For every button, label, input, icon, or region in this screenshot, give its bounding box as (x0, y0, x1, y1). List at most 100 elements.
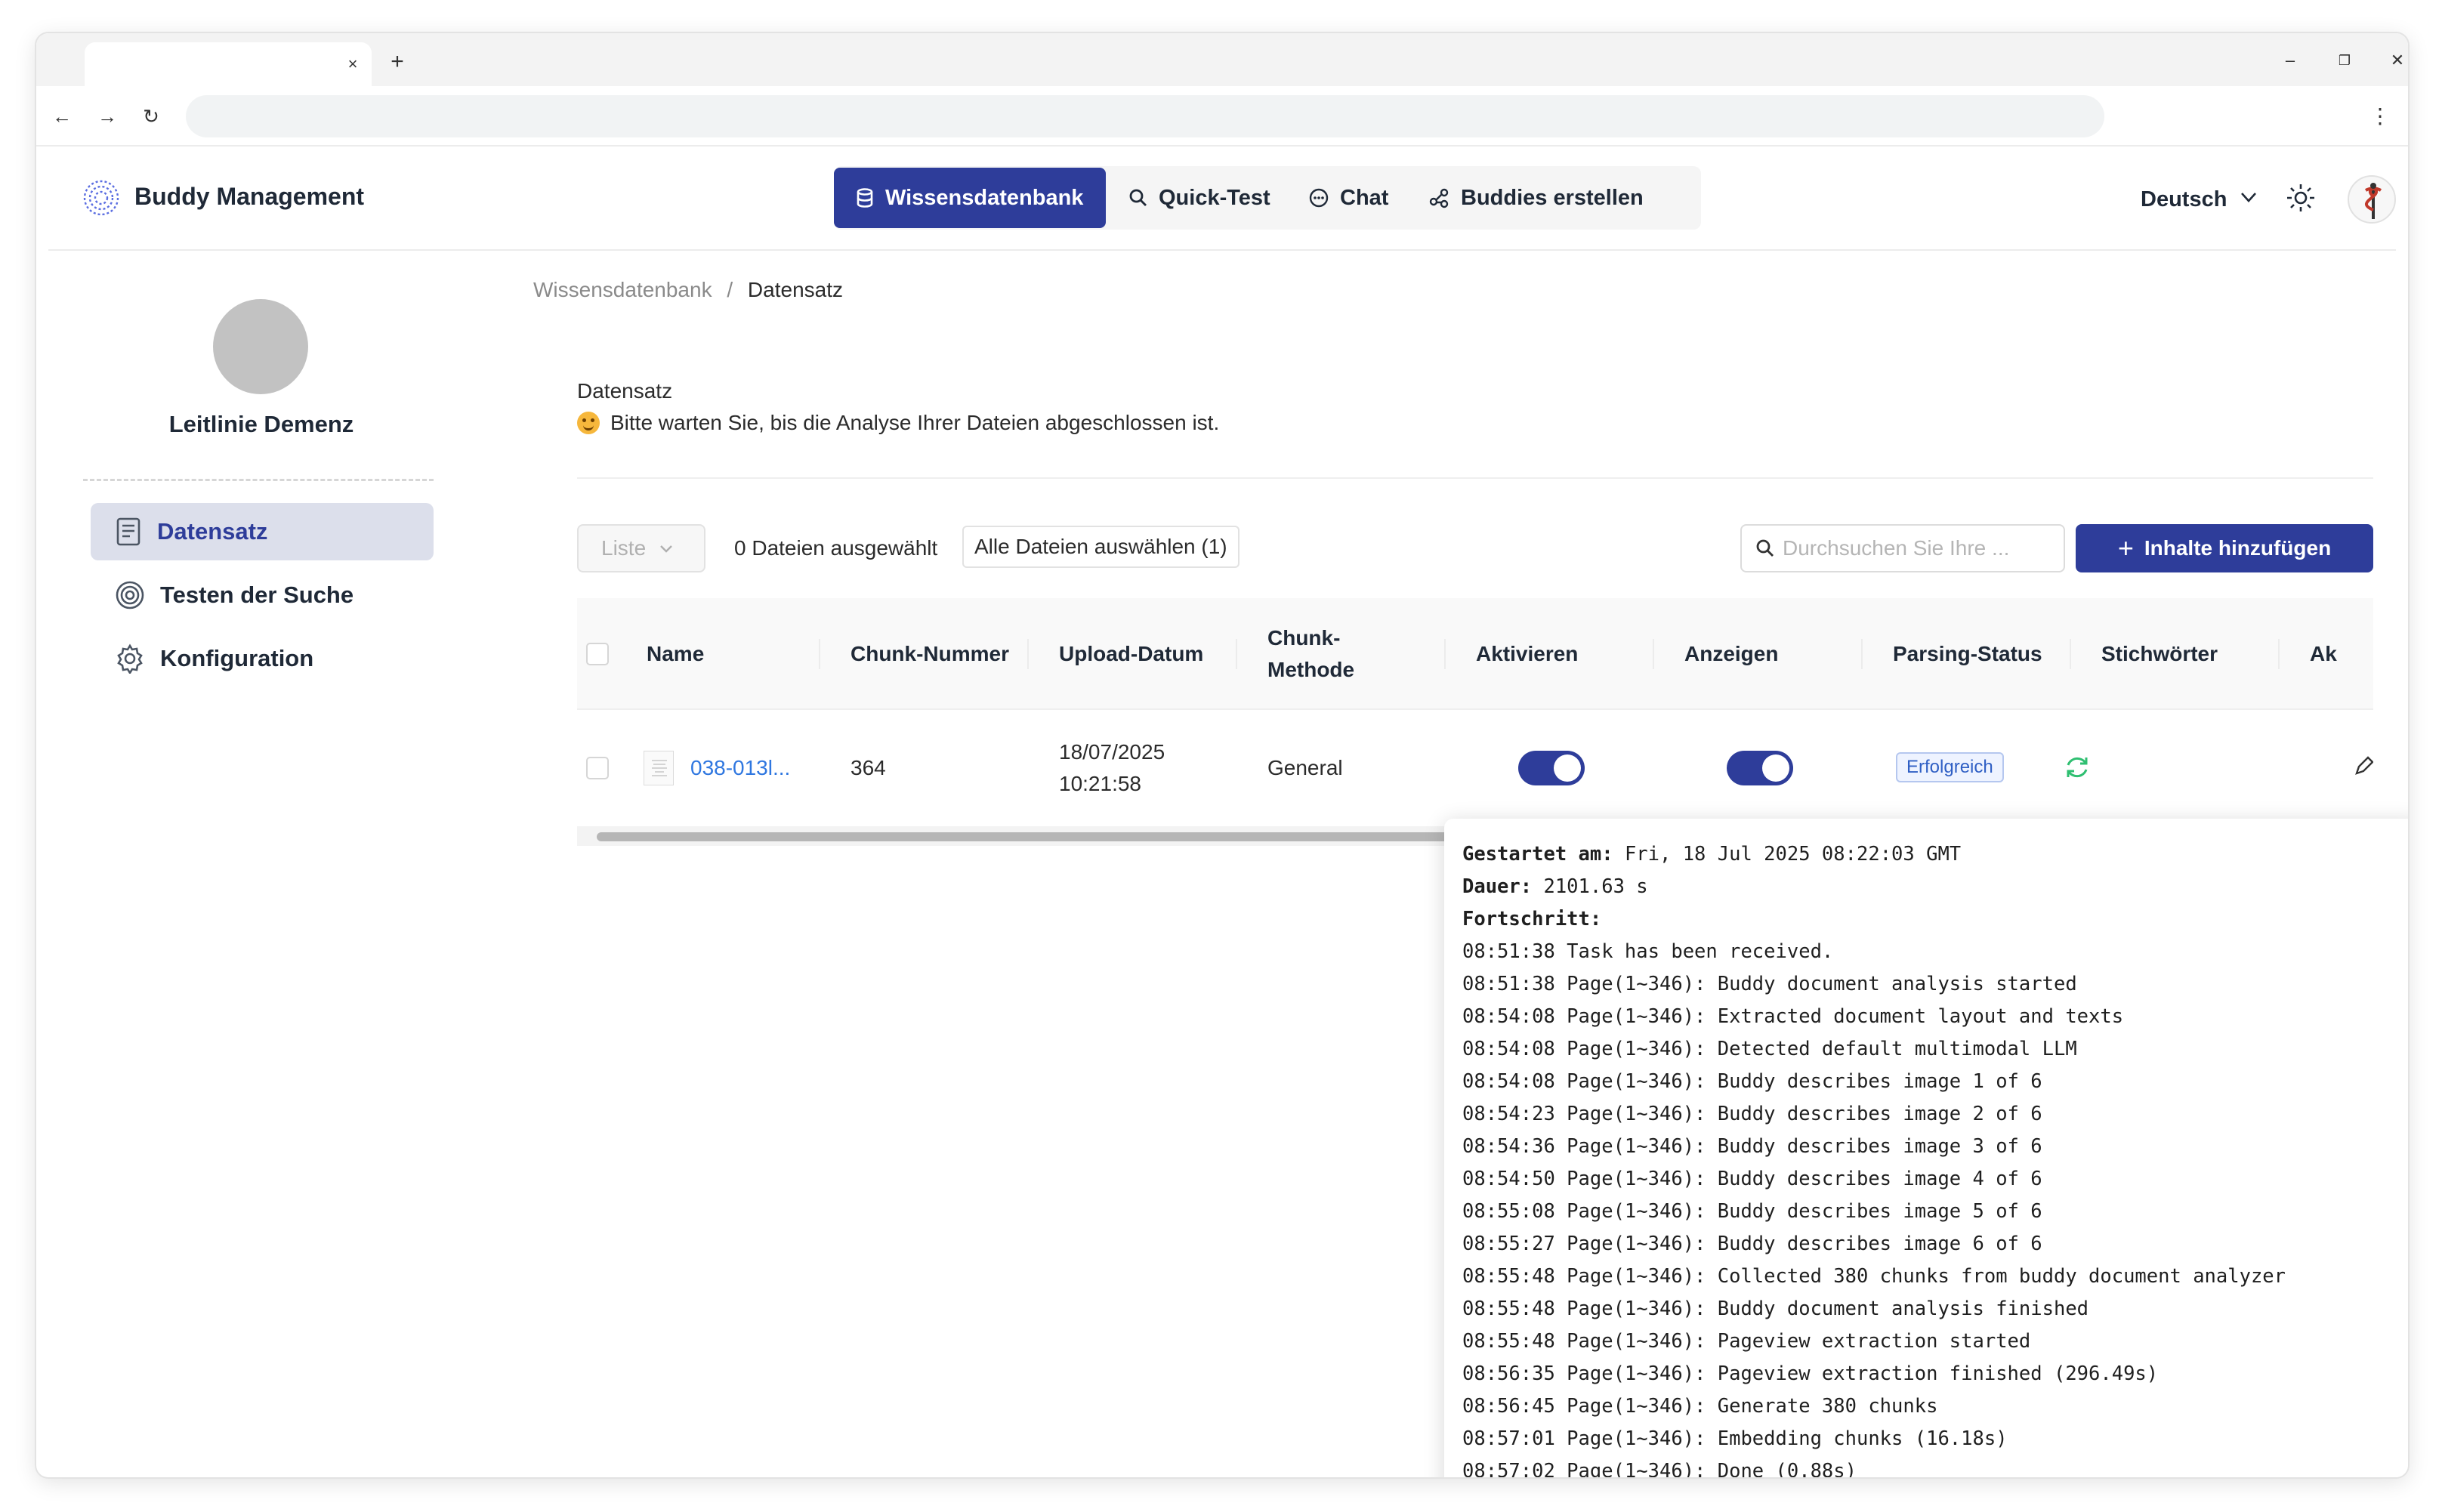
new-tab-button[interactable]: + (382, 47, 412, 77)
log-line: 08:55:48 Page(1~346): Collected 380 chun… (1462, 1265, 2286, 1288)
tooltip-duration: Dauer: 2101.63 s (1462, 871, 2406, 903)
log-line: 08:54:08 Page(1~346): Extracted document… (1462, 1005, 2124, 1028)
column-header-chunk-number[interactable]: Chunk-Nummer (851, 598, 1009, 710)
progress-label: Fortschritt: (1462, 908, 1602, 930)
chevron-down-icon[interactable] (2237, 186, 2260, 208)
nav-buddies-erstellen[interactable]: Buddies erstellen (1406, 168, 1665, 228)
caduceus-avatar-icon (2364, 183, 2382, 219)
log-line: 08:56:45 Page(1~346): Generate 380 chunk… (1462, 1395, 1938, 1418)
gear-icon (117, 643, 143, 674)
view-mode-label: Liste (601, 536, 647, 560)
sidebar-item-konfiguration[interactable]: Konfiguration (91, 630, 434, 687)
forward-button[interactable]: → (92, 101, 122, 131)
nav-label: Quick-Test (1159, 185, 1270, 210)
add-content-label: Inhalte hinzufügen (2144, 536, 2332, 560)
app-logo-icon[interactable] (82, 178, 121, 218)
show-toggle[interactable] (1727, 751, 1793, 785)
log-line: 08:57:01 Page(1~346): Embedding chunks (… (1462, 1427, 2008, 1450)
sidebar-item-label: Konfiguration (160, 645, 314, 671)
edit-icon[interactable] (2352, 755, 2373, 778)
back-button[interactable]: ← (47, 101, 77, 131)
log-line: 08:57:02 Page(1~346): Done (0.88s) (1462, 1460, 1857, 1477)
nav-wissensdatenbank[interactable]: Wissensdatenbank (834, 168, 1106, 228)
minimize-button[interactable]: – (2274, 45, 2307, 76)
breadcrumb: Wissensdatenbank / Datensatz (533, 278, 843, 302)
file-name-link[interactable]: 038-013l... (690, 752, 790, 784)
chunk-number-cell: 364 (851, 756, 886, 779)
column-header-actions[interactable]: Ak (2310, 598, 2337, 710)
column-header-activate[interactable]: Aktivieren (1476, 598, 1578, 710)
target-icon (116, 581, 144, 609)
select-all-files-button[interactable]: Alle Dateien auswählen (1) (962, 526, 1240, 568)
column-header-parsing-status[interactable]: Parsing-Status (1893, 598, 2042, 710)
close-window-button[interactable]: ✕ (2381, 45, 2408, 76)
chunk-method-cell: General (1267, 756, 1343, 779)
restore-button[interactable]: ❐ (2328, 45, 2361, 76)
select-all-checkbox[interactable] (586, 643, 609, 665)
column-header-upload-date[interactable]: Upload-Datum (1059, 598, 1203, 710)
nav-quick-test[interactable]: Quick-Test (1107, 168, 1292, 228)
nav-chat[interactable]: Chat (1287, 168, 1409, 228)
refresh-icon[interactable] (2062, 752, 2092, 782)
sidebar-item-datensatz[interactable]: Datensatz (91, 503, 434, 560)
breadcrumb-separator: / (727, 278, 733, 301)
browser-tab[interactable]: × (85, 42, 372, 86)
smiley-emoji-icon (577, 412, 600, 434)
log-line: 08:54:36 Page(1~346): Buddy describes im… (1462, 1135, 2042, 1158)
add-content-button[interactable]: + Inhalte hinzufügen (2076, 524, 2373, 572)
log-line: 08:51:38 Page(1~346): Buddy document ana… (1462, 973, 2077, 995)
duration-value: 2101.63 s (1532, 875, 1648, 898)
nav-label: Wissensdatenbank (885, 185, 1084, 210)
tab-close-icon[interactable]: × (341, 53, 364, 76)
app-brand[interactable]: Buddy Management (134, 183, 364, 211)
row-checkbox[interactable] (586, 757, 609, 779)
log-line: 08:55:48 Page(1~346): Pageview extractio… (1462, 1330, 2031, 1353)
column-header-show[interactable]: Anzeigen (1684, 598, 1778, 710)
user-avatar[interactable] (2348, 175, 2396, 224)
search-input[interactable] (1783, 536, 2055, 560)
theme-toggle-sun-icon[interactable] (2284, 181, 2317, 214)
language-select[interactable]: Deutsch (2141, 187, 2227, 212)
table-row[interactable]: 038-013l... 364 18/07/2025 10:21:58 Gene… (577, 711, 2373, 825)
top-navigation: Wissensdatenbank Quick-Test Chat Buddies… (834, 166, 1701, 230)
plus-icon: + (2117, 532, 2134, 563)
app-header: Buddy Management Wissensdatenbank Quick-… (48, 148, 2396, 251)
log-line: 08:55:48 Page(1~346): Buddy document ana… (1462, 1298, 2089, 1320)
section-divider (577, 477, 2373, 479)
dataset-name: Leitlinie Demenz (168, 411, 354, 437)
search-icon (1756, 539, 1774, 557)
file-search[interactable] (1740, 524, 2065, 572)
log-line: 08:54:08 Page(1~346): Detected default m… (1462, 1038, 2077, 1060)
column-separator (2278, 639, 2280, 669)
parsing-log-tooltip: Gestartet am: Fri, 18 Jul 2025 08:22:03 … (1444, 819, 2408, 1477)
column-separator (1653, 639, 1654, 669)
view-mode-select[interactable]: Liste (577, 524, 705, 572)
upload-date-cell: 18/07/2025 (1059, 740, 1165, 764)
activate-toggle[interactable] (1518, 751, 1585, 785)
column-separator (1861, 639, 1863, 669)
address-bar[interactable] (186, 95, 2104, 137)
sidebar-item-label: Testen der Suche (160, 582, 354, 608)
log-line: 08:54:08 Page(1~346): Buddy describes im… (1462, 1070, 2042, 1093)
document-icon (116, 517, 140, 546)
sidebar-item-testen-der-suche[interactable]: Testen der Suche (91, 566, 434, 624)
column-header-keywords[interactable]: Stichwörter (2101, 598, 2218, 710)
column-separator (2070, 639, 2071, 669)
reload-button[interactable]: ↻ (136, 101, 166, 131)
browser-menu-button[interactable]: ⋮ (2369, 101, 2391, 131)
column-header-chunk-method-line1: Chunk- (1267, 626, 1341, 650)
files-table: Name Chunk-Nummer Upload-Datum Chunk- Me… (577, 598, 2373, 847)
breadcrumb-root-link[interactable]: Wissensdatenbank (533, 278, 712, 301)
breadcrumb-current: Datensatz (747, 278, 843, 301)
tooltip-started: Gestartet am: Fri, 18 Jul 2025 08:22:03 … (1462, 838, 2406, 871)
column-header-chunk-method[interactable]: Chunk- Methode (1267, 598, 1354, 710)
upload-time-cell: 10:21:58 (1059, 772, 1141, 795)
log-line: 08:54:50 Page(1~346): Buddy describes im… (1462, 1168, 2042, 1190)
parsing-status-badge[interactable]: Erfolgreich (1896, 752, 2004, 782)
column-separator (1444, 639, 1446, 669)
sidebar-divider (83, 479, 434, 481)
section-title: Datensatz (577, 379, 673, 403)
column-header-name[interactable]: Name (647, 598, 704, 710)
started-value: Fri, 18 Jul 2025 08:22:03 GMT (1613, 843, 1962, 866)
tooltip-progress: Fortschritt: (1462, 903, 2406, 936)
